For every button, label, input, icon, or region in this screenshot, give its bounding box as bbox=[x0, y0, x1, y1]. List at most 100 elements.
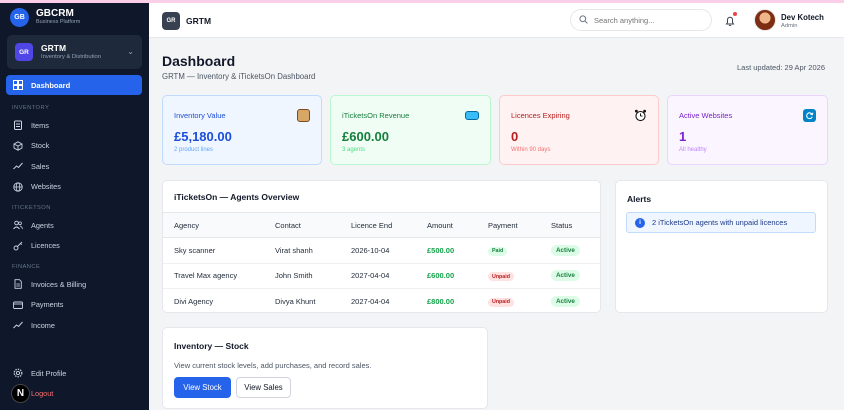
agency-cell: Divi Agency bbox=[163, 288, 264, 312]
column-header: Payment bbox=[477, 212, 540, 238]
column-header: Amount bbox=[416, 212, 477, 238]
card-label: iTicketsOn Revenue bbox=[342, 111, 410, 120]
column-header: Contact bbox=[264, 212, 340, 238]
agency-cell: Travel Max agency bbox=[163, 263, 264, 289]
globe-icon bbox=[12, 181, 23, 192]
sidebar-item-items[interactable]: Items bbox=[0, 115, 149, 136]
alarm-clock-icon bbox=[634, 109, 647, 122]
page-title: Dashboard bbox=[162, 53, 236, 69]
card-sub: 2 product lines bbox=[174, 147, 214, 153]
card-value: 0 bbox=[511, 129, 519, 144]
sidebar-item-label: Dashboard bbox=[31, 80, 71, 90]
card-sub: All healthy bbox=[679, 147, 707, 153]
payment-badge: Paid bbox=[488, 246, 508, 256]
card-label: Active Websites bbox=[679, 111, 733, 120]
topbar: GR GRTM Dev Kotech Admin bbox=[149, 3, 844, 38]
edit-profile-label: Edit Profile bbox=[31, 368, 67, 378]
card-label: Inventory Value bbox=[174, 111, 226, 120]
org-subtitle: Inventory & Distribution bbox=[41, 54, 101, 60]
licence-end-cell: 2026-10-04 bbox=[340, 237, 416, 264]
trend-icon bbox=[12, 161, 23, 172]
search-input[interactable] bbox=[594, 15, 703, 25]
trend-up-icon bbox=[12, 320, 23, 331]
document-icon bbox=[12, 279, 23, 290]
cube-icon bbox=[12, 140, 23, 151]
logout-label: Logout bbox=[31, 389, 54, 399]
panel-description: View current stock levels, add purchases… bbox=[174, 361, 372, 370]
sidebar-item-payments[interactable]: Payments bbox=[0, 295, 149, 316]
sidebar-item-label: Sales bbox=[31, 161, 50, 171]
payment-badge: Unpaid bbox=[488, 297, 514, 307]
alert-text: 2 iTicketsOn agents with unpaid licences bbox=[652, 218, 788, 227]
alerts-panel: Alerts i 2 iTicketsOn agents with unpaid… bbox=[615, 180, 828, 313]
sidebar-item-dashboard[interactable]: Dashboard bbox=[6, 75, 142, 95]
topbar-title: GRTM bbox=[186, 16, 212, 26]
sidebar-item-label: Agents bbox=[31, 220, 54, 230]
sidebar-item-label: Payments bbox=[31, 300, 64, 310]
licence-end-cell: 2027-04-04 bbox=[340, 263, 416, 289]
agents-table: Agency Contact Licence End Amount Paymen… bbox=[163, 212, 600, 312]
user-name: Dev Kotech bbox=[781, 13, 824, 22]
nav-section-finance: FINANCE bbox=[12, 264, 41, 270]
brand: GB GBCRM Business Platform bbox=[0, 3, 149, 31]
status-badge: Active bbox=[551, 244, 580, 256]
inventory-value-card: Inventory Value £5,180.00 2 product line… bbox=[162, 95, 322, 165]
org-name: GRTM bbox=[41, 43, 67, 53]
info-icon: i bbox=[635, 217, 645, 228]
status-badge: Active bbox=[551, 295, 580, 307]
sidebar-item-income[interactable]: Income bbox=[0, 315, 149, 336]
card-value: £600.00 bbox=[342, 129, 389, 144]
sidebar: GB GBCRM Business Platform GR GRTM Inven… bbox=[0, 3, 149, 410]
column-header: Licence End bbox=[340, 212, 416, 238]
sidebar-item-label: Stock bbox=[31, 141, 50, 151]
contact-cell: Virat shanh bbox=[264, 237, 340, 264]
sidebar-item-licences[interactable]: Licences bbox=[0, 236, 149, 257]
payment-badge: Unpaid bbox=[488, 272, 514, 281]
top-accent-line bbox=[0, 0, 844, 3]
sidebar-item-stock[interactable]: Stock bbox=[0, 136, 149, 157]
view-stock-button[interactable]: View Stock bbox=[174, 377, 231, 398]
agents-overview-panel: iTicketsOn — Agents Overview Agency Cont… bbox=[162, 180, 601, 313]
notification-dot bbox=[733, 12, 737, 16]
avatar[interactable] bbox=[754, 9, 776, 31]
card-label: Licences Expiring bbox=[511, 111, 570, 120]
sidebar-item-agents[interactable]: Agents bbox=[0, 215, 149, 236]
panel-title: iTicketsOn — Agents Overview bbox=[174, 192, 300, 202]
panel-title: Alerts bbox=[627, 194, 652, 204]
column-header: Status bbox=[540, 212, 600, 238]
card-value: £5,180.00 bbox=[174, 129, 232, 144]
chevron-down-icon: ⌄ bbox=[127, 47, 134, 56]
licences-expiring-card: Licences Expiring 0 Within 90 days bbox=[499, 95, 659, 165]
brand-logo: GB bbox=[10, 7, 29, 27]
table-row[interactable]: Divi Agency Divya Khunt 2027-04-04 £800.… bbox=[163, 288, 600, 312]
refresh-icon bbox=[803, 109, 816, 122]
view-sales-button[interactable]: View Sales bbox=[236, 377, 291, 398]
panel-title: Inventory — Stock bbox=[174, 341, 249, 351]
sidebar-item-label: Websites bbox=[31, 182, 61, 192]
search-icon bbox=[579, 11, 588, 29]
edit-profile-link[interactable]: Edit Profile bbox=[0, 363, 149, 384]
table-row[interactable]: Travel Max agency John Smith 2027-04-04 … bbox=[163, 263, 600, 289]
card-value: 1 bbox=[679, 129, 687, 144]
clipboard-icon bbox=[12, 120, 23, 131]
alert-item[interactable]: i 2 iTicketsOn agents with unpaid licenc… bbox=[626, 212, 816, 233]
search-box[interactable] bbox=[570, 9, 712, 31]
last-updated: Last updated: 29 Apr 2026 bbox=[737, 63, 825, 72]
licence-end-cell: 2027-04-04 bbox=[340, 288, 416, 312]
table-header-row: Agency Contact Licence End Amount Paymen… bbox=[163, 212, 600, 238]
dashboard-icon bbox=[12, 80, 23, 91]
n-badge[interactable]: N bbox=[11, 384, 30, 403]
sidebar-item-sales[interactable]: Sales bbox=[0, 156, 149, 177]
org-logo: GR bbox=[15, 43, 33, 61]
ticket-icon bbox=[465, 111, 479, 120]
inventory-stock-panel: Inventory — Stock View current stock lev… bbox=[162, 327, 488, 409]
agency-cell: Sky scanner bbox=[163, 237, 264, 264]
sidebar-item-websites[interactable]: Websites bbox=[0, 177, 149, 198]
card-sub: Within 90 days bbox=[511, 147, 551, 153]
table-row[interactable]: Sky scanner Virat shanh 2026-10-04 £500.… bbox=[163, 237, 600, 264]
sidebar-item-invoices[interactable]: Invoices & Billing bbox=[0, 274, 149, 295]
revenue-card: iTicketsOn Revenue £600.00 3 agents bbox=[330, 95, 491, 165]
status-badge: Active bbox=[551, 270, 580, 282]
sidebar-item-label: Income bbox=[31, 320, 55, 330]
org-switcher[interactable]: GR GRTM Inventory & Distribution ⌄ bbox=[7, 35, 142, 69]
